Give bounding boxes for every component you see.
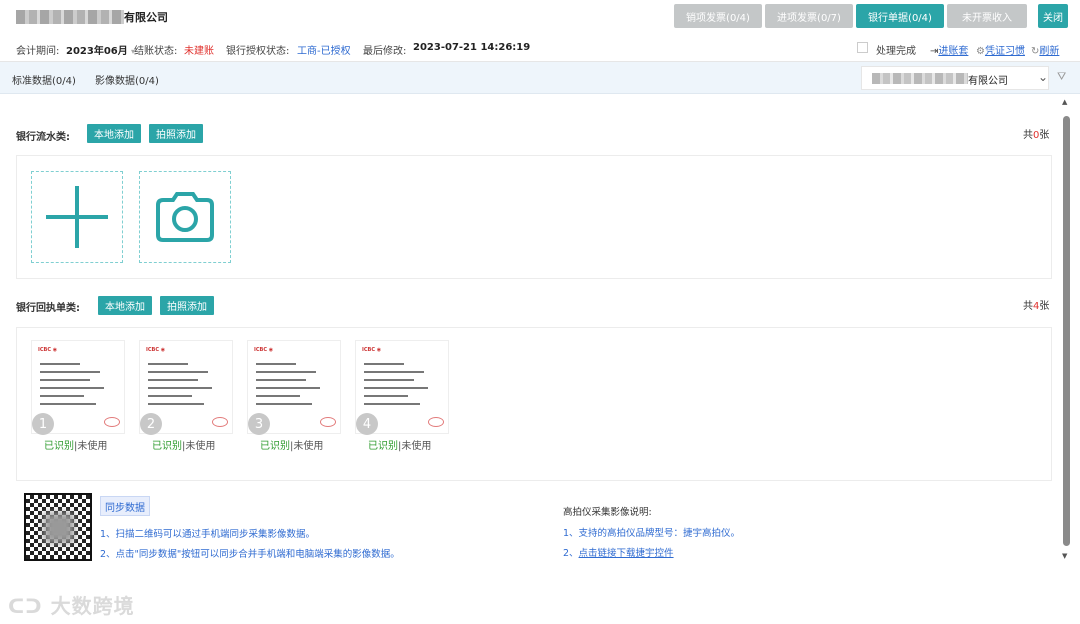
add-file-box[interactable] xyxy=(31,171,123,263)
sync-data-button[interactable]: 同步数据 xyxy=(100,496,150,516)
receipt-index-badge: 3 xyxy=(248,413,270,435)
scanner-note-2: 2、点击链接下载捷宇控件 xyxy=(563,548,674,559)
scroll-up-icon[interactable]: ▲ xyxy=(1062,98,1067,106)
last-modified-label: 最后修改: xyxy=(363,46,407,57)
sync-note-2: 2、点击"同步数据"按钮可以同步合并手机端和电脑端采集的影像数据。 xyxy=(100,549,400,560)
receipt-status: 已识别|未使用 xyxy=(368,441,432,452)
stamp-icon xyxy=(320,417,336,427)
scroll-down-icon[interactable]: ▼ xyxy=(1062,552,1067,560)
receipt-thumbnail[interactable]: ICBC ◉ 2 xyxy=(139,340,233,435)
bank-statement-label: 银行流水类: xyxy=(16,132,70,143)
receipt-thumbnail[interactable]: ICBC ◉ 4 xyxy=(355,340,449,435)
stamp-icon xyxy=(212,417,228,427)
period-select[interactable]: 2023年06月 ▾ xyxy=(66,42,135,57)
company-name-blurred xyxy=(16,10,124,24)
bank-auth-label: 银行授权状态: xyxy=(226,46,290,57)
receipt-count: 共4张 xyxy=(1023,301,1050,312)
scrollbar-thumb[interactable] xyxy=(1063,116,1070,546)
processed-label: 处理完成 xyxy=(876,46,916,57)
receipt-photo-add-button[interactable]: 拍照添加 xyxy=(160,296,214,315)
company-select[interactable]: 有限公司 ⌄ xyxy=(861,66,1049,90)
refresh-link[interactable]: ↻刷新 xyxy=(1031,42,1059,57)
receipt-index-badge: 2 xyxy=(140,413,162,435)
gear-icon: ⚙ xyxy=(976,46,985,57)
company-name-blurred xyxy=(872,73,968,84)
processed-checkbox[interactable] xyxy=(857,42,868,53)
stamp-icon xyxy=(428,417,444,427)
tab-image-data[interactable]: 影像数据(0/4) xyxy=(95,72,159,87)
account-status-label: 结账状态: xyxy=(134,46,178,57)
bank-logo-icon: ICBC ◉ xyxy=(362,347,382,353)
statement-local-add-button[interactable]: 本地添加 xyxy=(87,124,141,143)
logo-icon: ᑕᑐ xyxy=(8,594,51,618)
receipt-status: 已识别|未使用 xyxy=(44,441,108,452)
receipt-thumbnail[interactable]: ICBC ◉ 3 xyxy=(247,340,341,435)
download-control-link[interactable]: 点击链接下载捷宇控件 xyxy=(579,548,674,559)
last-modified-value: 2023-07-21 14:26:19 xyxy=(413,42,531,53)
bank-receipt-label: 银行回执单类: xyxy=(16,303,80,314)
account-status-value: 未建账 xyxy=(184,46,214,57)
voucher-habit-link[interactable]: ⚙凭证习惯 xyxy=(976,42,1025,57)
watermark: ᑕᑐ 大数跨境 xyxy=(8,594,135,618)
bank-logo-icon: ICBC ◉ xyxy=(38,347,58,353)
receipt-status: 已识别|未使用 xyxy=(260,441,324,452)
top-bar: 有限公司 销项发票(0/4) 进项发票(0/7) 银行单据(0/4) 未开票收入… xyxy=(0,0,1080,34)
camera-icon xyxy=(156,192,214,242)
receipt-local-add-button[interactable]: 本地添加 xyxy=(98,296,152,315)
receipt-status: 已识别|未使用 xyxy=(152,441,216,452)
filter-icon[interactable]: ⛛ xyxy=(1057,70,1066,84)
statement-photo-add-button[interactable]: 拍照添加 xyxy=(149,124,203,143)
scanner-note-1: 1、支持的高拍仪品牌型号：捷宇高拍仪。 xyxy=(563,528,741,539)
receipt-index-badge: 1 xyxy=(32,413,54,435)
sync-note-1: 1、扫描二维码可以通过手机端同步采集影像数据。 xyxy=(100,529,316,540)
meta-bar: 会计期间: 2023年06月 ▾ 结账状态: 未建账 银行授权状态: 工商-已授… xyxy=(0,34,1080,62)
plus-icon xyxy=(46,186,108,248)
company-select-value: 有限公司 xyxy=(968,76,1008,87)
sales-invoice-tab-button[interactable]: 销项发票(0/4) xyxy=(674,4,762,28)
chevron-down-icon: ⌄ xyxy=(1038,70,1049,84)
tab-standard-data[interactable]: 标准数据(0/4) xyxy=(12,72,76,87)
bank-document-tab-button[interactable]: 银行单据(0/4) xyxy=(856,4,944,28)
uninvoiced-income-tab-button[interactable]: 未开票收入 xyxy=(947,4,1027,28)
scanner-title: 高拍仪采集影像说明: xyxy=(563,507,652,518)
statement-count: 共0张 xyxy=(1023,130,1050,141)
receipt-thumbnail[interactable]: ICBC ◉ 1 xyxy=(31,340,125,435)
take-photo-box[interactable] xyxy=(139,171,231,263)
receipt-index-badge: 4 xyxy=(356,413,378,435)
bank-logo-icon: ICBC ◉ xyxy=(146,347,166,353)
qr-code xyxy=(24,493,92,561)
period-label: 会计期间: xyxy=(16,46,60,57)
purchase-invoice-tab-button[interactable]: 进项发票(0/7) xyxy=(765,4,853,28)
period-value: 2023年06月 xyxy=(66,46,128,57)
stamp-icon xyxy=(104,417,120,427)
company-name: 有限公司 xyxy=(124,11,168,24)
bank-auth-value: 工商-已授权 xyxy=(297,46,351,57)
bank-logo-icon: ICBC ◉ xyxy=(254,347,274,353)
close-button[interactable]: 关闭 xyxy=(1038,4,1068,28)
enter-set-link[interactable]: ⇥进账套 xyxy=(930,42,968,57)
